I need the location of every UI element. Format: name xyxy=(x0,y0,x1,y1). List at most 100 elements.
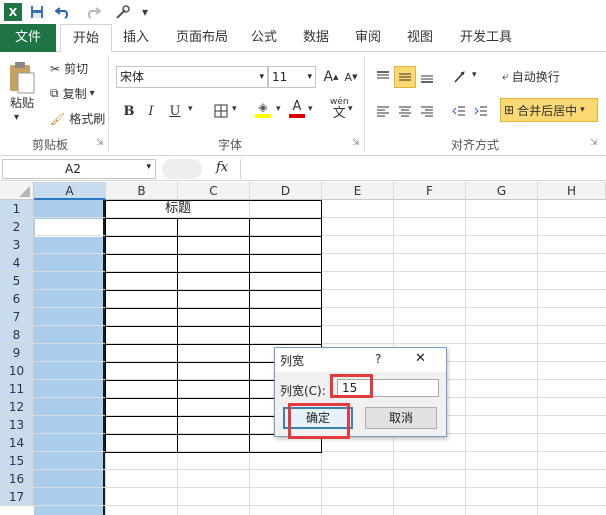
save-icon[interactable] xyxy=(28,3,46,21)
orientation-dropdown-icon[interactable]: ▾ xyxy=(472,70,477,80)
clipboard-launcher-icon[interactable]: ⇲ xyxy=(96,138,104,148)
phonetic-button[interactable]: wén 文 xyxy=(330,96,349,120)
tab-formulas[interactable]: 公式 xyxy=(246,24,282,52)
undo-icon[interactable] xyxy=(50,3,76,21)
increase-indent-icon[interactable] xyxy=(470,100,492,122)
column-header-h[interactable]: H xyxy=(538,182,606,200)
close-button[interactable]: ✕ xyxy=(415,351,426,366)
cut-button[interactable]: ✂ 剪切 xyxy=(50,60,88,77)
format-painter-button[interactable]: 🖌 格式刷 xyxy=(50,110,105,127)
cut-label: 剪切 xyxy=(64,62,89,76)
copy-button[interactable]: ⧉ 复制 ▾ xyxy=(50,85,95,102)
row-header-7[interactable]: 7 xyxy=(0,308,34,326)
underline-dropdown-icon[interactable]: ▾ xyxy=(188,104,193,114)
tab-view[interactable]: 视图 xyxy=(402,24,438,52)
fill-dropdown-icon[interactable]: ▾ xyxy=(276,104,281,114)
paste-icon[interactable] xyxy=(6,58,38,98)
font-size-combo[interactable]: 11 ▾ xyxy=(268,66,316,88)
value-highlight-box xyxy=(330,374,373,398)
font-color-button[interactable]: A xyxy=(286,98,308,120)
font-color-dropdown-icon[interactable]: ▾ xyxy=(308,104,313,114)
help-button[interactable]: ? xyxy=(375,352,381,366)
column-header-c[interactable]: C xyxy=(178,182,250,200)
row-header-15[interactable]: 15 xyxy=(0,452,34,470)
cancel-button[interactable]: 取消 xyxy=(365,407,437,429)
quick-access-toolbar: X ▾ xyxy=(0,0,606,24)
underline-button[interactable]: U xyxy=(164,100,186,122)
row-header-12[interactable]: 12 xyxy=(0,398,34,416)
formula-bar-resize-handle[interactable] xyxy=(162,159,202,179)
bold-button[interactable]: B xyxy=(118,100,140,122)
row-header-6[interactable]: 6 xyxy=(0,290,34,308)
align-right-icon[interactable] xyxy=(416,100,438,122)
row-header-5[interactable]: 5 xyxy=(0,272,34,290)
tools-icon[interactable] xyxy=(112,3,134,21)
dialog-title: 列宽 xyxy=(280,354,305,368)
align-center-icon[interactable] xyxy=(394,100,416,122)
fill-color-icon[interactable]: ◈ xyxy=(252,98,274,120)
ribbon: 粘贴 ▾ ✂ 剪切 ⧉ 复制 ▾ 🖌 格式刷 剪贴板 ⇲ 宋体 ▾ 11 ▾ A… xyxy=(0,52,606,156)
grow-font-button[interactable]: A ▲ xyxy=(320,66,342,88)
font-launcher-icon[interactable]: ⇲ xyxy=(352,138,360,148)
column-header-e[interactable]: E xyxy=(322,182,394,200)
alignment-launcher-icon[interactable]: ⇲ xyxy=(590,138,598,148)
row-header-3[interactable]: 3 xyxy=(0,236,34,254)
italic-button[interactable]: I xyxy=(140,100,162,122)
column-header-g[interactable]: G xyxy=(466,182,538,200)
decrease-indent-icon[interactable] xyxy=(448,100,470,122)
formula-input[interactable] xyxy=(240,159,606,179)
row-header-10[interactable]: 10 xyxy=(0,362,34,380)
row-header-9[interactable]: 9 xyxy=(0,344,34,362)
font-name-value: 宋体 xyxy=(120,70,145,84)
name-box-value: A2 xyxy=(65,162,81,176)
borders-icon[interactable] xyxy=(210,100,232,122)
align-middle-icon[interactable] xyxy=(394,66,416,88)
tab-file[interactable]: 文件 xyxy=(0,24,56,52)
tab-data[interactable]: 数据 xyxy=(298,24,334,52)
font-name-combo[interactable]: 宋体 ▾ xyxy=(116,66,268,88)
align-top-icon[interactable] xyxy=(372,66,394,88)
column-header-d[interactable]: D xyxy=(250,182,322,200)
tab-insert[interactable]: 插入 xyxy=(116,24,156,52)
phonetic-dropdown-icon[interactable]: ▾ xyxy=(348,104,353,114)
merge-center-button[interactable]: ⊞ 合并后居中 ▾ xyxy=(500,98,598,122)
paste-dropdown-icon[interactable]: ▾ xyxy=(14,112,19,123)
name-box[interactable]: A2 ▾ xyxy=(2,159,156,179)
borders-dropdown-icon[interactable]: ▾ xyxy=(232,104,237,114)
row-header-11[interactable]: 11 xyxy=(0,380,34,398)
excel-icon[interactable]: X xyxy=(4,3,22,21)
tab-home[interactable]: 开始 xyxy=(60,24,112,55)
alignment-group-label: 对齐方式 xyxy=(450,138,499,152)
align-bottom-icon[interactable] xyxy=(416,66,438,88)
tab-page-layout[interactable]: 页面布局 xyxy=(170,24,234,52)
row-header-8[interactable]: 8 xyxy=(0,326,34,344)
column-header-f[interactable]: F xyxy=(394,182,466,200)
paste-button[interactable]: 粘贴 xyxy=(10,94,34,111)
copy-dropdown-icon: ▾ xyxy=(89,88,95,99)
customize-icon[interactable]: ▾ xyxy=(138,3,152,21)
align-left-icon[interactable] xyxy=(372,100,394,122)
fill-color-swatch xyxy=(255,114,271,118)
orientation-icon[interactable] xyxy=(450,66,472,88)
wrap-text-button[interactable]: ⤶ 自动换行 xyxy=(502,68,560,85)
row-header-16[interactable]: 16 xyxy=(0,470,34,488)
tab-developer[interactable]: 开发工具 xyxy=(454,24,518,52)
title-cell[interactable]: 标题 xyxy=(106,200,250,218)
copy-icon: ⧉ xyxy=(50,86,59,100)
shrink-font-label: A xyxy=(344,70,353,84)
row-header-17[interactable]: 17 xyxy=(0,488,34,506)
column-header-a[interactable]: A xyxy=(34,182,106,200)
row-header-2[interactable]: 2 xyxy=(0,218,34,236)
row-header-14[interactable]: 14 xyxy=(0,434,34,452)
column-header-b[interactable]: B xyxy=(106,182,178,200)
tab-review[interactable]: 审阅 xyxy=(350,24,386,52)
group-divider xyxy=(108,56,109,152)
shrink-font-button[interactable]: A ▼ xyxy=(340,66,362,88)
redo-icon[interactable] xyxy=(80,3,106,21)
row-header-13[interactable]: 13 xyxy=(0,416,34,434)
row-header-1[interactable]: 1 xyxy=(0,200,34,218)
fx-icon[interactable]: fx xyxy=(216,160,228,175)
select-all-button[interactable] xyxy=(0,182,34,200)
row-header-4[interactable]: 4 xyxy=(0,254,34,272)
font-group-label: 字体 xyxy=(217,138,242,152)
